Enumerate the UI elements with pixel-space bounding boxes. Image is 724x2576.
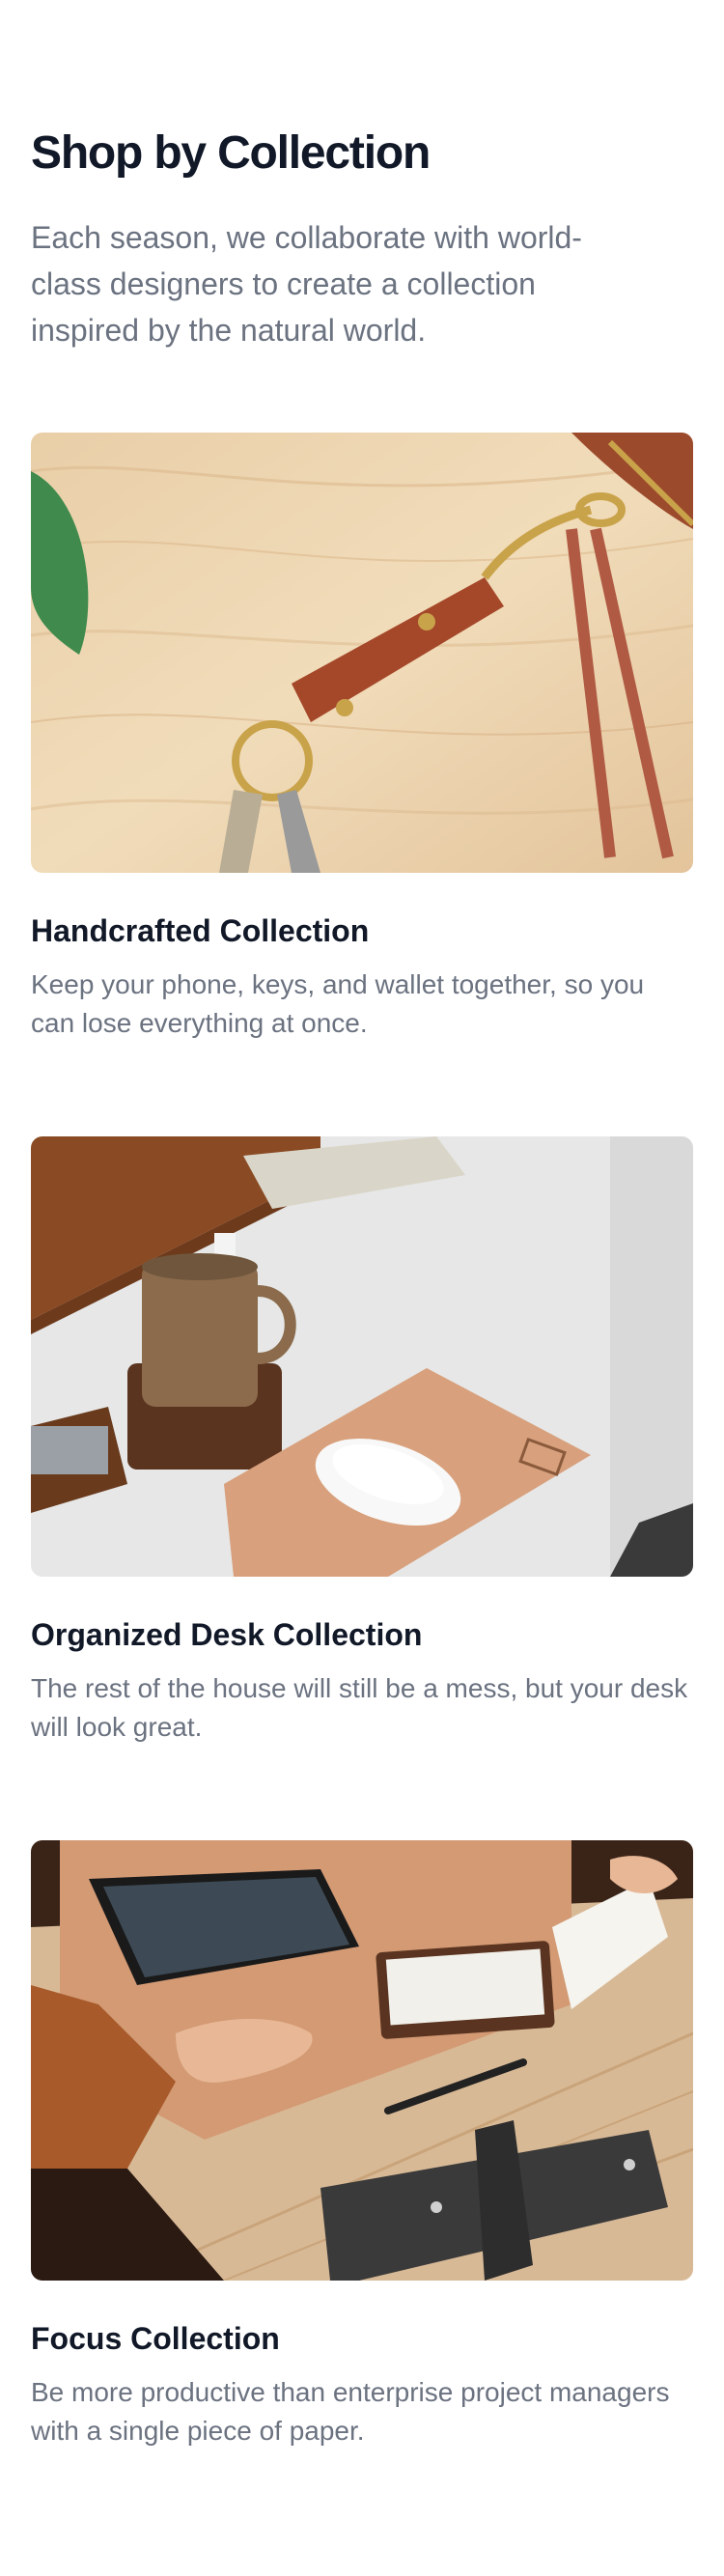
collection-card-organized-desk[interactable]: Organized Desk Collection The rest of th… <box>31 1136 693 1747</box>
collection-title[interactable]: Organized Desk Collection <box>31 1613 693 1656</box>
collections-page: Shop by Collection Each season, we colla… <box>0 0 724 2576</box>
collection-card-handcrafted[interactable]: Handcrafted Collection Keep your phone, … <box>31 433 693 1043</box>
collection-description: Keep your phone, keys, and wallet togeth… <box>31 969 645 1038</box>
collection-title[interactable]: Focus Collection <box>31 2317 693 2360</box>
collection-title[interactable]: Handcrafted Collection <box>31 910 693 952</box>
collection-card-focus[interactable]: Focus Collection Be more productive than… <box>31 1840 693 2450</box>
collection-description: The rest of the house will still be a me… <box>31 1673 688 1742</box>
collection-description: Be more productive than enterprise proje… <box>31 2377 670 2446</box>
page-subtitle: Each season, we collaborate with world-c… <box>31 220 582 348</box>
page-title: Shop by Collection <box>31 127 431 179</box>
collection-image-handcrafted[interactable] <box>31 433 693 873</box>
collection-image-organized-desk[interactable] <box>31 1136 693 1577</box>
collection-image-focus[interactable] <box>31 1840 693 2281</box>
